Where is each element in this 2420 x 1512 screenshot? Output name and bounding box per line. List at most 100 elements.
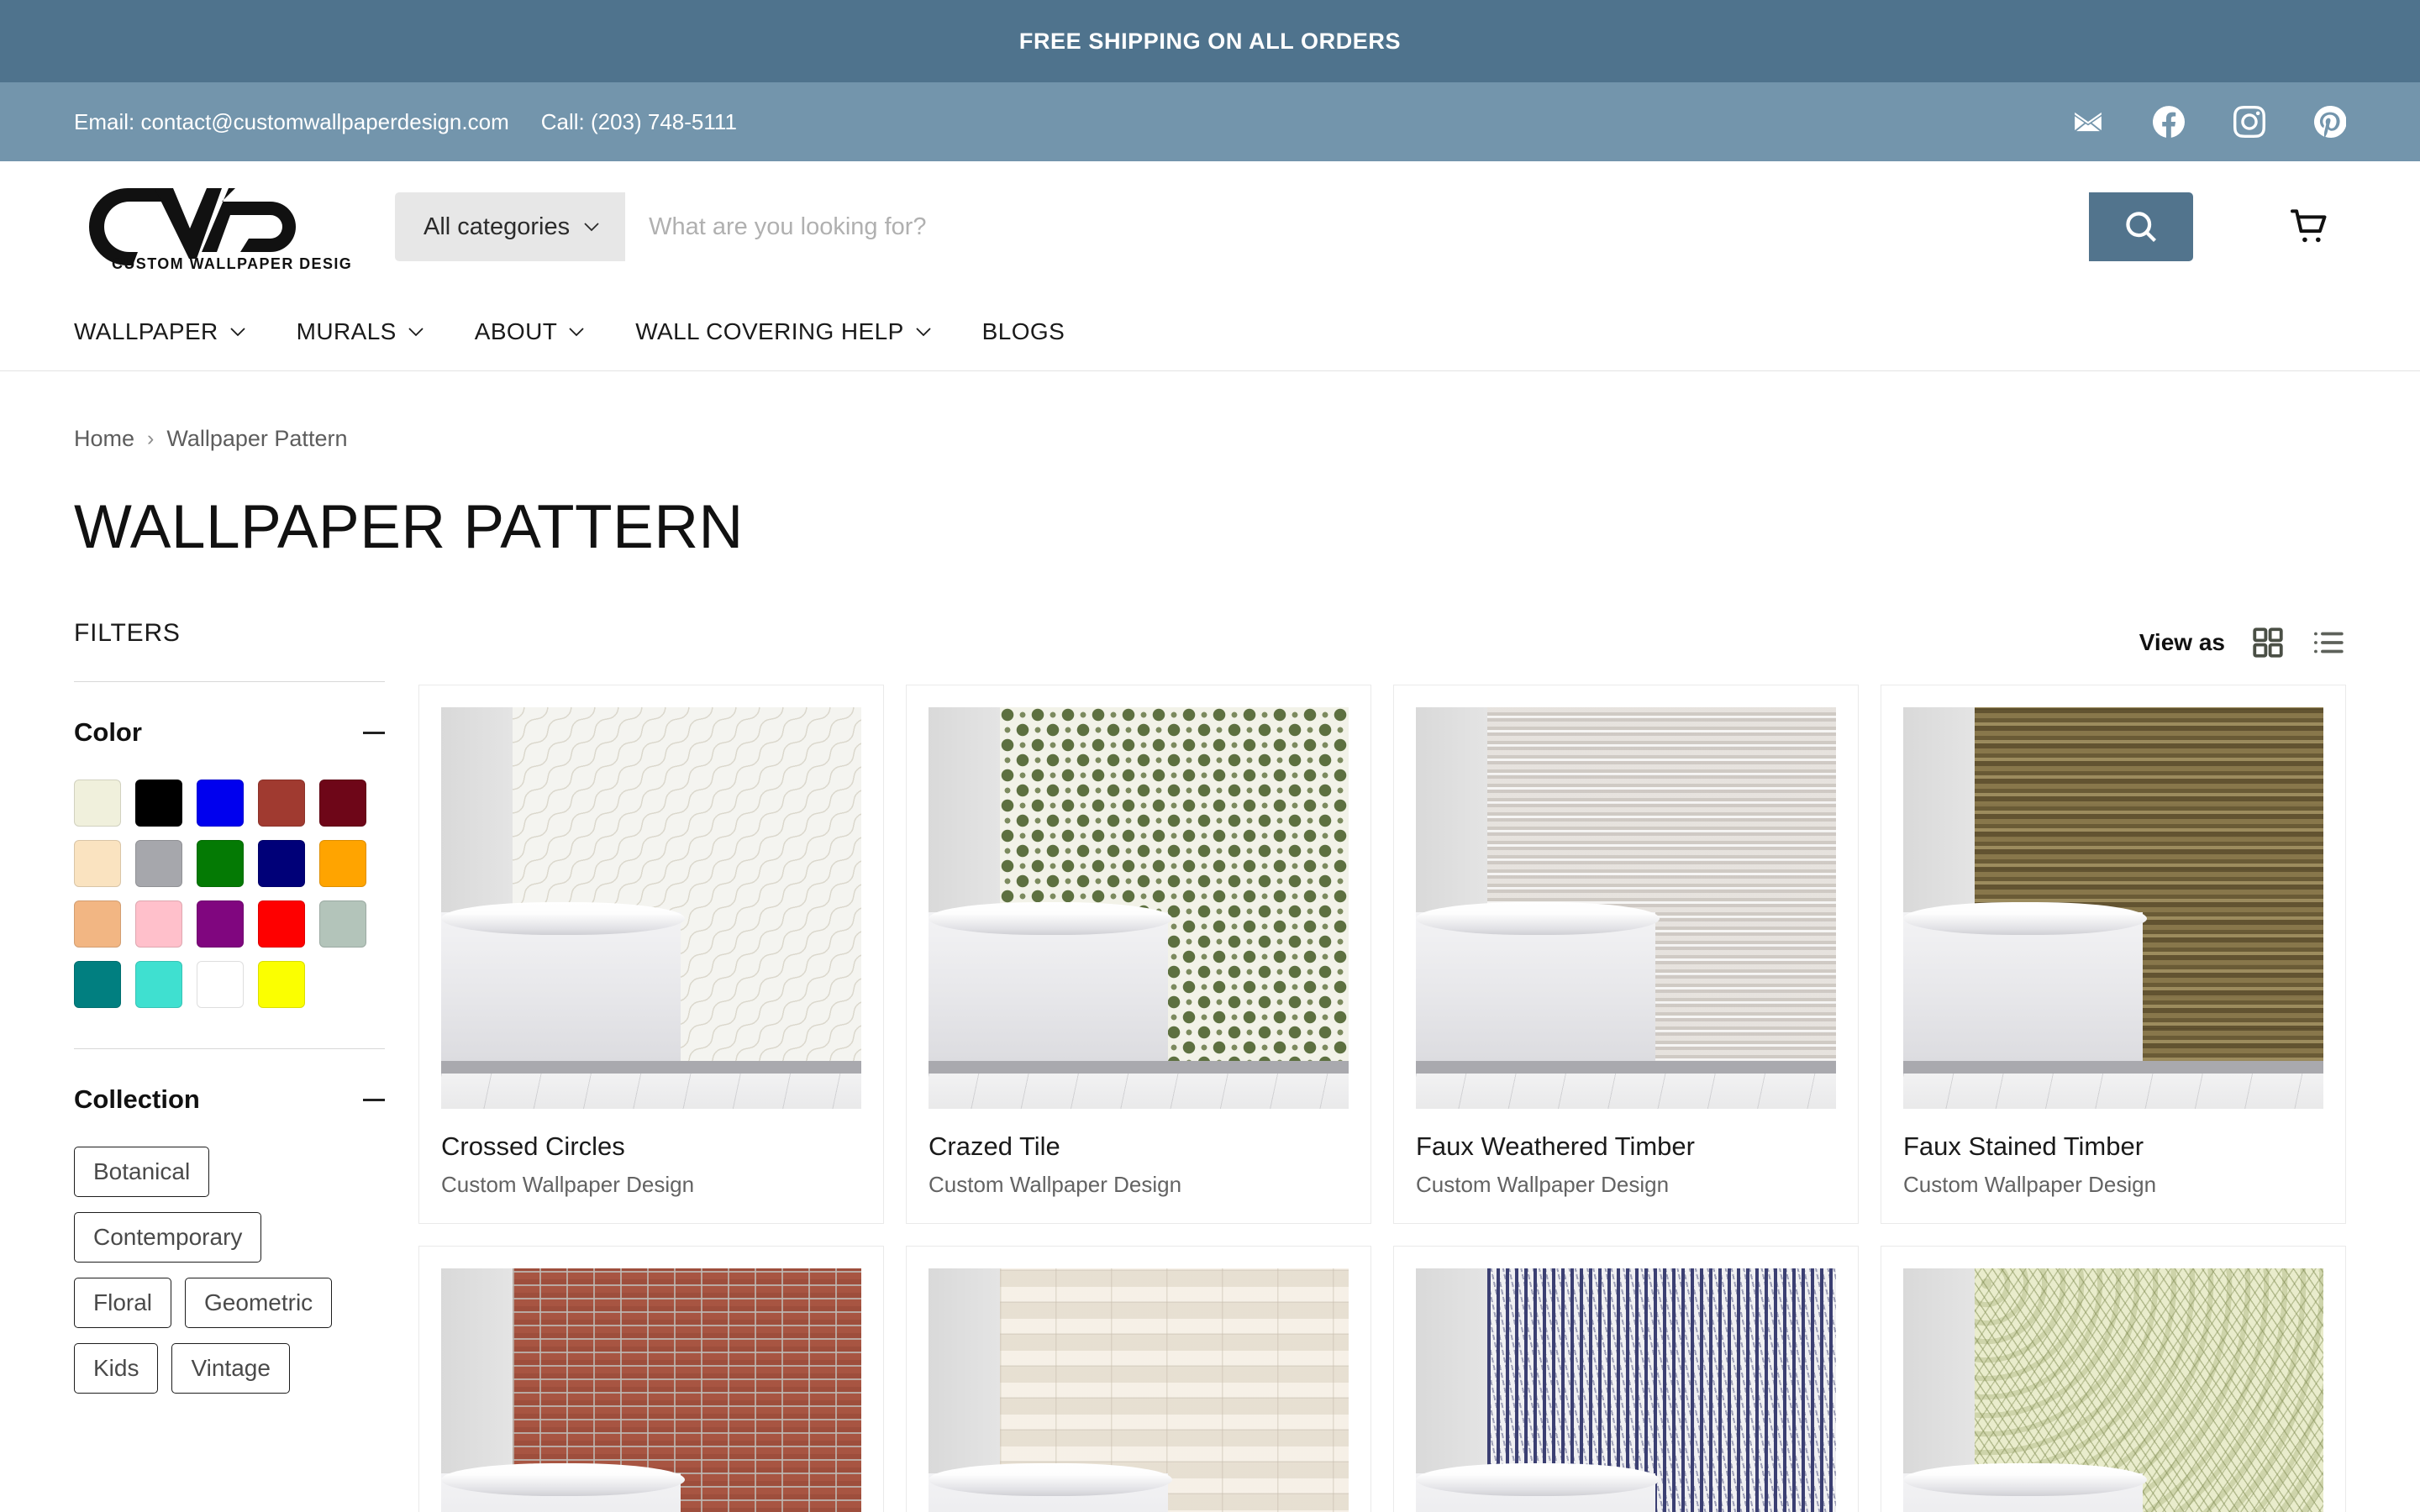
search-button[interactable] [2089, 192, 2193, 261]
collection-tag-botanical[interactable]: Botanical [74, 1147, 209, 1197]
color-swatch-purple[interactable] [197, 900, 244, 948]
nav-label: WALL COVERING HELP [635, 318, 903, 345]
baseboard [441, 1061, 861, 1074]
product-grid-row-2 [418, 1246, 2346, 1512]
product-title[interactable]: Crazed Tile [929, 1131, 1349, 1162]
instagram-icon[interactable] [2233, 106, 2265, 138]
contact-email[interactable]: Email: contact@customwallpaperdesign.com [74, 109, 509, 135]
logo[interactable]: CUSTOM WALLPAPER DESIGN [74, 181, 360, 272]
page-content: Home › Wallpaper Pattern WALLPAPER PATTE… [0, 371, 2420, 1512]
product-image[interactable] [929, 707, 1349, 1109]
product-image[interactable] [441, 707, 861, 1109]
product-card[interactable] [1881, 1246, 2346, 1512]
nav-item-wallpaper[interactable]: WALLPAPER [74, 318, 246, 345]
product-card[interactable]: Faux Weathered Timber Custom Wallpaper De… [1393, 685, 1859, 1224]
color-swatch-gray[interactable] [135, 840, 182, 887]
nav-item-wall-covering-help[interactable]: WALL COVERING HELP [635, 318, 931, 345]
page-title: WALLPAPER PATTERN [74, 492, 2346, 562]
product-title[interactable]: Faux Stained Timber [1903, 1131, 2323, 1162]
list-view-icon[interactable] [2311, 625, 2346, 660]
site-header: CUSTOM WALLPAPER DESIGN All categories [0, 161, 2420, 292]
color-swatch-black[interactable] [135, 780, 182, 827]
color-swatch-white[interactable] [197, 961, 244, 1008]
product-image[interactable] [1903, 1268, 2323, 1512]
color-swatch-green[interactable] [197, 840, 244, 887]
search-input[interactable] [625, 192, 2089, 261]
wallpaper-mockup [1903, 707, 2323, 1109]
product-title[interactable]: Crossed Circles [441, 1131, 861, 1162]
wallpaper-roll [441, 902, 685, 935]
wallpaper-mockup [441, 1268, 861, 1512]
product-card[interactable]: Crossed Circles Custom Wallpaper Design [418, 685, 884, 1224]
contact-bar: Email: contact@customwallpaperdesign.com… [0, 82, 2420, 161]
color-swatch-beige-cream[interactable] [74, 780, 121, 827]
product-title[interactable]: Faux Weathered Timber [1416, 1131, 1836, 1162]
color-swatch-blue[interactable] [197, 780, 244, 827]
product-vendor: Custom Wallpaper Design [1416, 1172, 1836, 1198]
search-category-dropdown[interactable]: All categories [395, 192, 625, 261]
contact-phone[interactable]: Call: (203) 748-5111 [541, 109, 737, 135]
collection-tag-vintage[interactable]: Vintage [171, 1343, 289, 1394]
product-card[interactable] [418, 1246, 884, 1512]
breadcrumb: Home › Wallpaper Pattern [74, 371, 2346, 452]
collection-tag-floral[interactable]: Floral [74, 1278, 171, 1328]
email-icon[interactable] [2072, 106, 2104, 138]
collection-filter-header[interactable]: Collection [74, 1084, 385, 1115]
floor [1903, 1074, 2323, 1109]
product-card[interactable]: Crazed Tile Custom Wallpaper Design [906, 685, 1371, 1224]
color-swatch-teal[interactable] [74, 961, 121, 1008]
breadcrumb-home[interactable]: Home [74, 426, 134, 452]
cart-icon [2286, 203, 2333, 250]
color-swatch-navy[interactable] [258, 840, 305, 887]
wallpaper-mockup [1903, 1268, 2323, 1512]
baseboard [929, 1061, 1349, 1074]
search-bar: All categories [395, 192, 2193, 261]
color-swatch-peach[interactable] [74, 900, 121, 948]
collection-tag-geometric[interactable]: Geometric [185, 1278, 332, 1328]
cart-button[interactable] [2274, 191, 2346, 263]
product-image[interactable] [1903, 707, 2323, 1109]
color-swatch-brick-red[interactable] [258, 780, 305, 827]
collection-tag-contemporary[interactable]: Contemporary [74, 1212, 261, 1263]
color-swatch-burgundy[interactable] [319, 780, 366, 827]
search-icon [2123, 208, 2160, 245]
product-card[interactable] [1393, 1246, 1859, 1512]
collection-tag-kids[interactable]: Kids [74, 1343, 158, 1394]
color-swatch-yellow[interactable] [258, 961, 305, 1008]
product-image[interactable] [1416, 707, 1836, 1109]
nav-item-murals[interactable]: MURALS [297, 318, 424, 345]
product-image[interactable] [1416, 1268, 1836, 1512]
product-card[interactable] [906, 1246, 1371, 1512]
chevron-down-icon [229, 327, 246, 337]
grid-view-icon[interactable] [2250, 625, 2286, 660]
color-swatch-turquoise[interactable] [135, 961, 182, 1008]
floor [441, 1074, 861, 1109]
product-image[interactable] [441, 1268, 861, 1512]
color-swatch-sage[interactable] [319, 900, 366, 948]
product-vendor: Custom Wallpaper Design [929, 1172, 1349, 1198]
minus-icon[interactable] [363, 1099, 385, 1101]
facebook-icon[interactable] [2153, 106, 2185, 138]
color-swatch-wheat[interactable] [74, 840, 121, 887]
color-swatch-pink[interactable] [135, 900, 182, 948]
minus-icon[interactable] [363, 732, 385, 734]
color-swatch-red[interactable] [258, 900, 305, 948]
color-swatch-orange[interactable] [319, 840, 366, 887]
product-vendor: Custom Wallpaper Design [441, 1172, 861, 1198]
collection-tag-list: Botanical Contemporary Floral Geometric Kids… [74, 1147, 360, 1394]
product-image[interactable] [929, 1268, 1349, 1512]
baseboard [1416, 1061, 1836, 1074]
wallpaper-mockup [441, 707, 861, 1109]
filters-sidebar: FILTERS Color Collection BotanicalContem… [74, 619, 385, 1512]
color-filter-header[interactable]: Color [74, 717, 385, 748]
pinterest-icon[interactable] [2314, 106, 2346, 138]
nav-item-blogs[interactable]: BLOGS [982, 318, 1065, 345]
chevron-down-icon [408, 327, 424, 337]
wallpaper-roll [1416, 1463, 1660, 1496]
wallpaper-roll [1903, 902, 2147, 935]
breadcrumb-current: Wallpaper Pattern [166, 426, 347, 452]
nav-item-about[interactable]: ABOUT [475, 318, 585, 345]
color-filter-group: Color [74, 682, 385, 1008]
product-card[interactable]: Faux Stained TimberCustom Wallpaper Desi… [1881, 685, 2346, 1224]
product-listing: View as [418, 619, 2346, 1512]
